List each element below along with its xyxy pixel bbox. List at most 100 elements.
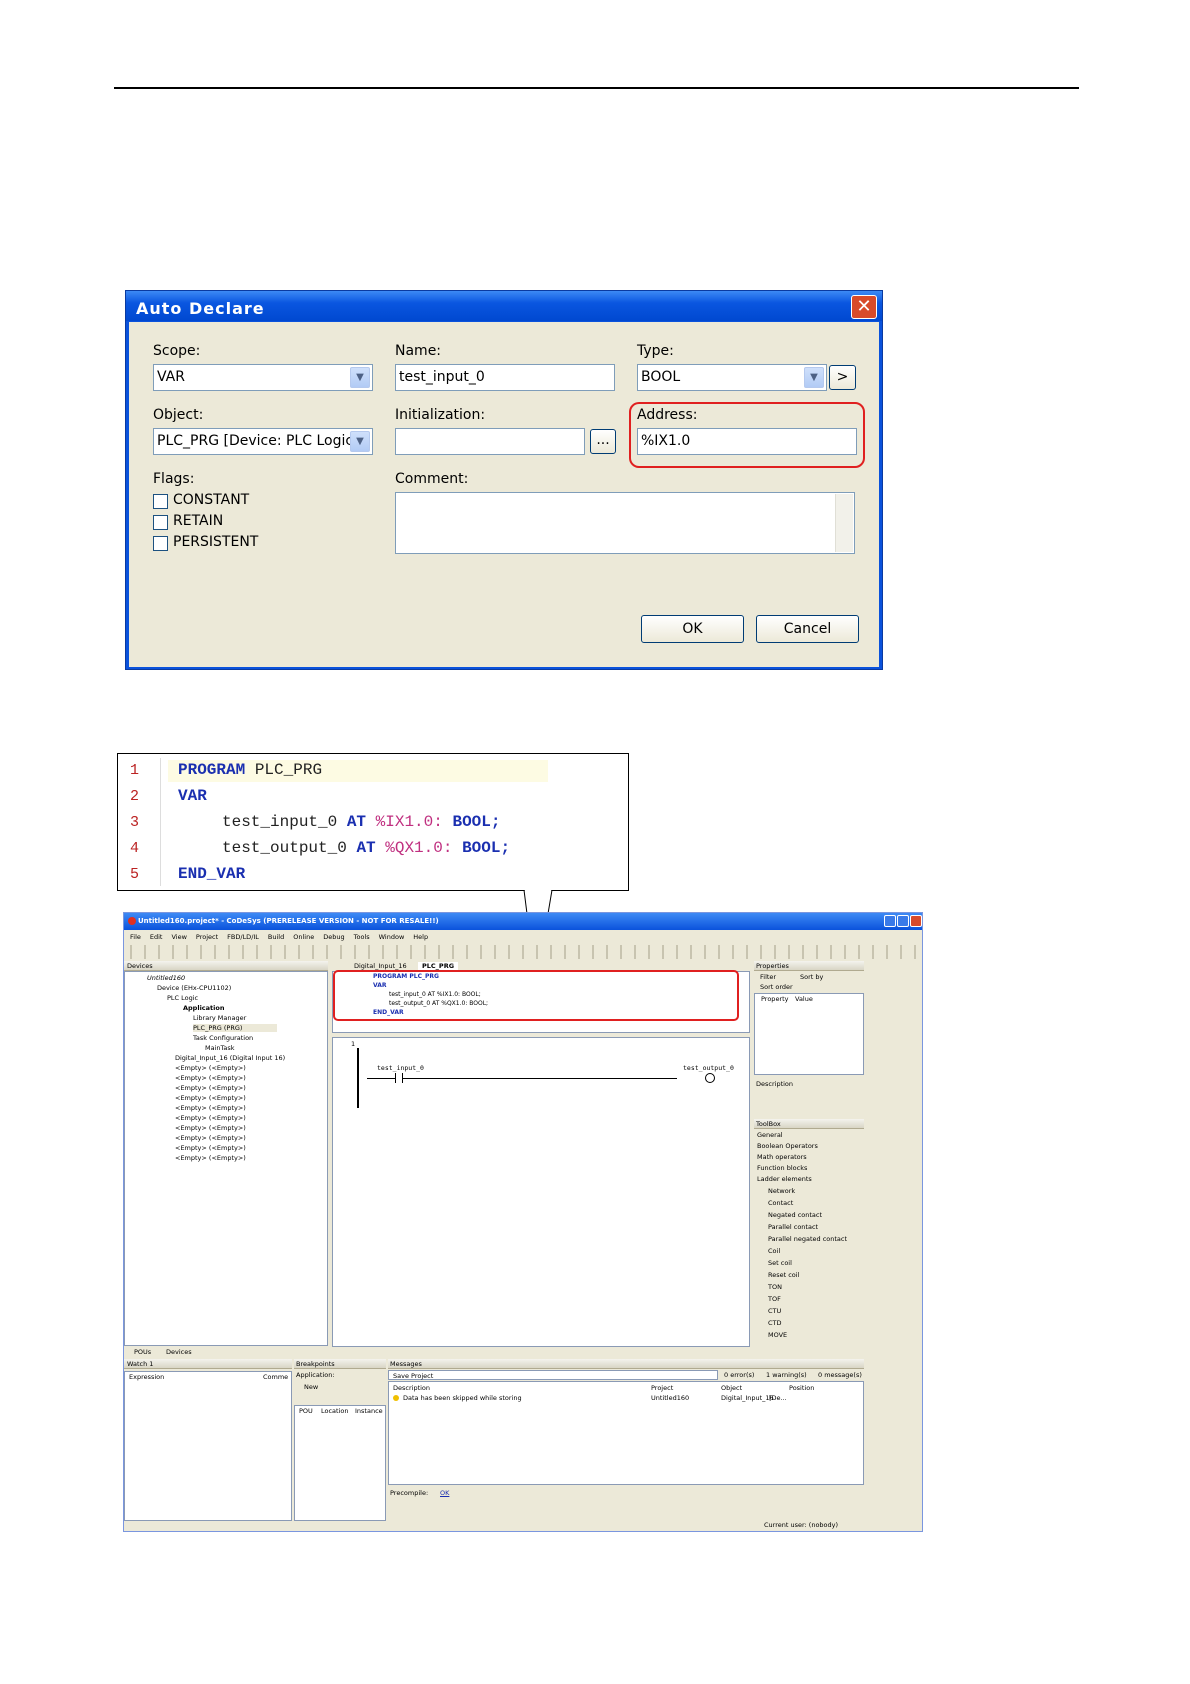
menu-window[interactable]: Window: [379, 933, 405, 941]
close-icon[interactable]: [910, 915, 922, 927]
sort-order-button[interactable]: Sort order: [760, 983, 793, 991]
menu-file[interactable]: File: [130, 933, 141, 941]
object-select[interactable]: PLC_PRG [Device: PLC Logic: /: [153, 428, 373, 455]
toolbox-item[interactable]: MOVE: [768, 1331, 787, 1339]
sort-by-button[interactable]: Sort by: [800, 973, 823, 981]
menu-view[interactable]: View: [171, 933, 186, 941]
chevron-down-icon[interactable]: ▼: [350, 367, 370, 388]
name-input[interactable]: test_input_0: [395, 364, 615, 391]
type-browse-button[interactable]: >: [829, 365, 856, 390]
toolbox-item[interactable]: TOF: [768, 1295, 781, 1303]
toolbox-item[interactable]: Reset coil: [768, 1271, 799, 1279]
tree-item[interactable]: Untitled160: [147, 974, 185, 982]
tree-item[interactable]: PLC_PRG (PRG): [193, 1024, 277, 1032]
toolbox-item[interactable]: Parallel contact: [768, 1223, 818, 1231]
tree-item[interactable]: <Empty> (<Empty>): [175, 1114, 246, 1122]
tree-item[interactable]: <Empty> (<Empty>): [175, 1064, 246, 1072]
col-object: Object: [721, 1384, 743, 1392]
constant-checkbox[interactable]: [153, 494, 168, 509]
cancel-button[interactable]: Cancel: [756, 615, 859, 643]
menu-online[interactable]: Online: [293, 933, 314, 941]
gutter-divider: [160, 758, 161, 886]
tree-item[interactable]: <Empty> (<Empty>): [175, 1074, 246, 1082]
tab-digital-input[interactable]: Digital_Input_16: [354, 962, 407, 970]
type-select[interactable]: BOOL: [637, 364, 827, 391]
tree-item[interactable]: <Empty> (<Empty>): [175, 1104, 246, 1112]
tree-item[interactable]: <Empty> (<Empty>): [175, 1134, 246, 1142]
tree-item[interactable]: Device (EHx-CPU1102): [157, 984, 231, 992]
tree-item[interactable]: <Empty> (<Empty>): [175, 1144, 246, 1152]
flags-label: Flags:: [153, 471, 195, 487]
breakpoints-pane: POU Location Instance: [294, 1405, 386, 1521]
toolbar[interactable]: [124, 945, 922, 959]
ok-button[interactable]: OK: [641, 615, 744, 643]
toolbox-group[interactable]: Function blocks: [757, 1164, 807, 1172]
tree-item[interactable]: Library Manager: [193, 1014, 246, 1022]
tree-item[interactable]: MainTask: [205, 1044, 235, 1052]
code-line-2: VAR: [178, 787, 207, 805]
messages-count[interactable]: 0 message(s): [818, 1371, 862, 1379]
warnings-count[interactable]: 1 warning(s): [766, 1371, 807, 1379]
toolbox-item[interactable]: TON: [768, 1283, 782, 1291]
menu-fbd[interactable]: FBD/LD/IL: [227, 933, 259, 941]
message-description[interactable]: Data has been skipped while storing: [403, 1394, 522, 1402]
toolbox-item[interactable]: Coil: [768, 1247, 780, 1255]
toolbox-item[interactable]: Set coil: [768, 1259, 792, 1267]
toolbox-item[interactable]: CTU: [768, 1307, 781, 1315]
toolbox-group[interactable]: Math operators: [757, 1153, 807, 1161]
toolbox-item[interactable]: Contact: [768, 1199, 793, 1207]
persistent-checkbox[interactable]: [153, 536, 168, 551]
filter-button[interactable]: Filter: [760, 973, 776, 981]
toolbox-item[interactable]: CTD: [768, 1319, 782, 1327]
var-name: test_input_0: [222, 813, 338, 831]
code-line-5: END_VAR: [178, 865, 245, 883]
menu-project[interactable]: Project: [196, 933, 218, 941]
tab-devices[interactable]: Devices: [166, 1348, 192, 1356]
application-label: Application:: [296, 1371, 335, 1379]
toolbox-group[interactable]: Boolean Operators: [757, 1142, 818, 1150]
tab-pous[interactable]: POUs: [134, 1348, 151, 1356]
toolbox-item[interactable]: Network: [768, 1187, 795, 1195]
tree-item[interactable]: <Empty> (<Empty>): [175, 1084, 246, 1092]
coil-symbol[interactable]: [705, 1073, 715, 1083]
menu-edit[interactable]: Edit: [150, 933, 163, 941]
menu-build[interactable]: Build: [268, 933, 284, 941]
menu-debug[interactable]: Debug: [323, 933, 344, 941]
chevron-down-icon[interactable]: ▼: [350, 431, 370, 452]
chevron-down-icon[interactable]: ▼: [804, 367, 824, 388]
tab-plc-prg[interactable]: PLC_PRG: [418, 962, 459, 970]
tree-item[interactable]: <Empty> (<Empty>): [175, 1094, 246, 1102]
contact-symbol[interactable]: [395, 1073, 403, 1083]
menu-tools[interactable]: Tools: [354, 933, 370, 941]
minimize-icon[interactable]: [884, 915, 896, 927]
close-icon[interactable]: ✕: [851, 295, 877, 319]
tree-item[interactable]: PLC Logic: [167, 994, 198, 1002]
message-filter-select[interactable]: Save Project: [388, 1370, 718, 1380]
tree-item[interactable]: Task Configuration: [193, 1034, 253, 1042]
comment-textarea[interactable]: [395, 492, 855, 554]
warning-icon: [393, 1395, 399, 1401]
scope-select[interactable]: VAR: [153, 364, 373, 391]
maximize-icon[interactable]: [897, 915, 909, 927]
menu-help[interactable]: Help: [413, 933, 428, 941]
initialization-input[interactable]: [395, 428, 585, 455]
toolbox-group[interactable]: General: [757, 1131, 783, 1139]
new-breakpoint-button[interactable]: New: [304, 1383, 318, 1391]
address-highlight: [629, 402, 865, 468]
comment-label: Comment:: [395, 471, 469, 487]
errors-count[interactable]: 0 error(s): [724, 1371, 754, 1379]
tree-item[interactable]: Digital_Input_16 (Digital Input 16): [175, 1054, 285, 1062]
tree-item[interactable]: Application: [183, 1004, 224, 1012]
toolbox-group[interactable]: Ladder elements: [757, 1175, 812, 1183]
tree-item[interactable]: <Empty> (<Empty>): [175, 1154, 246, 1162]
declaration-highlight: [333, 970, 739, 1021]
comment-scrollbar[interactable]: [835, 494, 853, 552]
retain-checkbox[interactable]: [153, 515, 168, 530]
name-label: Name:: [395, 343, 442, 359]
tree-item[interactable]: <Empty> (<Empty>): [175, 1124, 246, 1132]
toolbox-item[interactable]: Negated contact: [768, 1211, 822, 1219]
initialization-browse-button[interactable]: ...: [590, 429, 616, 454]
precompile-status[interactable]: OK: [440, 1489, 449, 1497]
scope-label: Scope:: [153, 343, 201, 359]
toolbox-item[interactable]: Parallel negated contact: [768, 1235, 847, 1243]
